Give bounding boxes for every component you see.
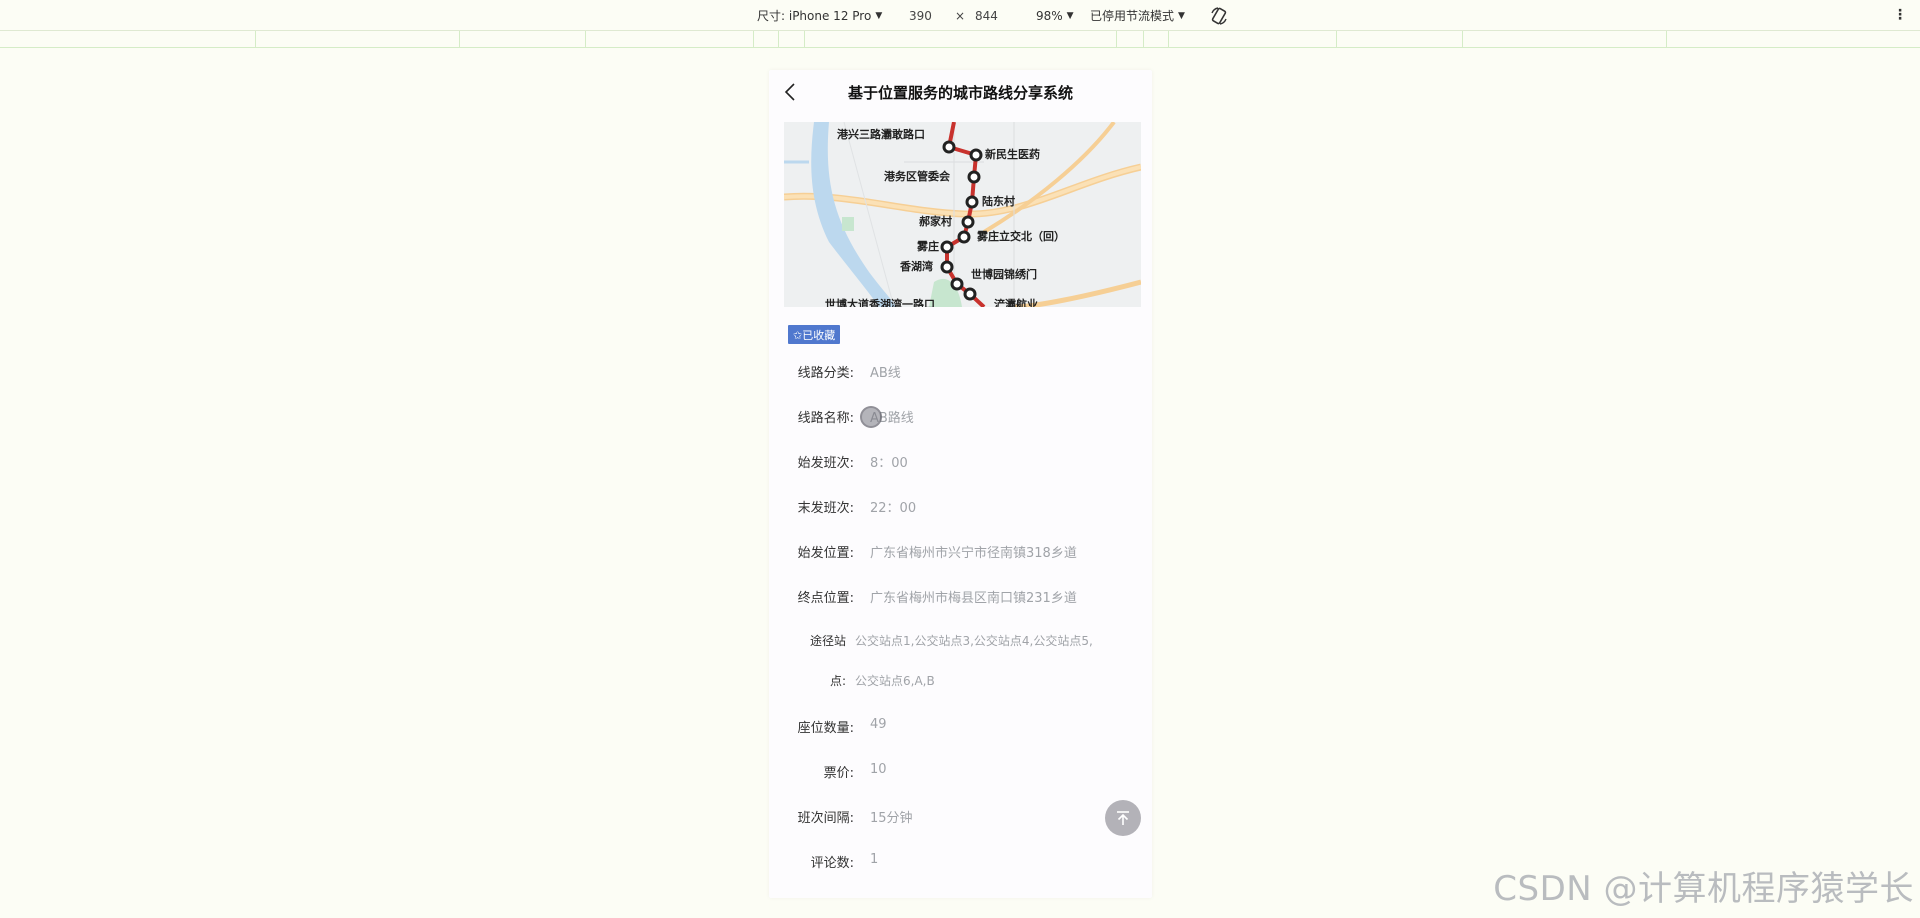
arrow-up-icon [1117, 811, 1129, 825]
page-title: 基于位置服务的城市路线分享系统 [847, 83, 1073, 102]
map-stop-label: 郝家村 [919, 214, 952, 228]
detail-value: 8：00 [870, 456, 908, 471]
detail-value: 广东省梅州市兴宁市径南镇318乡道 [870, 546, 1077, 561]
detail-label: 始发班次: [797, 456, 854, 471]
throttle-selector[interactable]: 已停用节流模式 ▼ [1090, 0, 1185, 31]
detail-label: 座位数量: [797, 721, 854, 736]
detail-label: 始发位置: [797, 546, 854, 561]
devtools-toolbar: 尺寸: iPhone 12 Pro ▼ 390 × 844 98% ▼ 已停用节… [0, 0, 1920, 31]
detail-label: 班次间隔: [797, 811, 854, 826]
rotate-icon[interactable] [1209, 0, 1229, 31]
caret-down-icon: ▼ [1066, 10, 1074, 21]
times-symbol: × [955, 8, 966, 23]
phone-viewport: 基于位置服务的城市路线分享系统 港兴三路灞敢路口 新民生医药 港务区管委会 陆东… [769, 70, 1152, 898]
device-selector[interactable]: 尺寸: iPhone 12 Pro ▼ [757, 0, 882, 31]
detail-label: 途径站 [809, 634, 846, 648]
favorited-badge[interactable]: ✩已收藏 [788, 325, 841, 344]
detail-label: 线路分类: [797, 366, 854, 381]
back-arrow-icon[interactable] [779, 80, 803, 104]
back-to-top-button[interactable] [1105, 800, 1141, 836]
zoom-selector[interactable]: 98% ▼ [1036, 0, 1074, 31]
map-stop-label: 新民生医药 [985, 147, 1040, 161]
caret-down-icon: ▼ [1178, 10, 1185, 21]
detail-value: AB线 [870, 366, 901, 381]
map-stop-label: 浐灞航业 [994, 297, 1038, 307]
map-stop-label: 雾庄立交北（回） [976, 229, 1065, 243]
detail-value: 公交站点1,公交站点3,公交站点4,公交站点5, [855, 634, 1093, 648]
zoom-label: 98% [1036, 8, 1063, 23]
mouse-cursor [860, 406, 882, 428]
detail-label: 评论数: [810, 856, 854, 871]
detail-value: 广东省梅州市梅县区南口镇231乡道 [870, 591, 1077, 606]
throttle-label: 已停用节流模式 [1090, 9, 1175, 23]
detail-value: 1 [870, 852, 879, 867]
detail-value: 公交站点6,A,B [855, 674, 935, 688]
detail-label: 终点位置: [797, 591, 854, 606]
map-stop-label: 陆东村 [982, 194, 1015, 208]
width-input[interactable]: 390 [909, 0, 932, 31]
nav-header: 基于位置服务的城市路线分享系统 [769, 70, 1152, 114]
detail-label: 票价: [823, 766, 854, 781]
watermark: CSDN @计算机程序猿学长 [1493, 869, 1914, 909]
detail-label: 点: [829, 674, 846, 688]
detail-value: 22：00 [870, 501, 917, 516]
detail-value: 10 [870, 762, 887, 777]
map-stop-label: 雾庄 [916, 239, 939, 253]
map-stop-label: 港兴三路灞敢路口 [837, 127, 925, 141]
map-stop-label: 港务区管委会 [884, 169, 951, 183]
detail-value: 15分钟 [870, 811, 913, 826]
detail-value: 49 [870, 717, 887, 732]
device-label: 尺寸: iPhone 12 Pro [757, 9, 872, 23]
detail-label: 末发班次: [797, 501, 854, 516]
detail-label: 线路名称: [797, 411, 854, 426]
map-stop-label: 世博大道香湖湾一路口 [825, 297, 935, 307]
caret-down-icon: ▼ [875, 10, 883, 21]
map-stop-label: 世博园锦绣门 [971, 267, 1037, 281]
map-stop-label: 香湖湾 [899, 259, 933, 273]
media-query-ruler [0, 31, 1920, 48]
route-map-image: 港兴三路灞敢路口 新民生医药 港务区管委会 陆东村 郝家村 雾庄立交北（回） 雾… [784, 122, 1141, 307]
more-options-icon[interactable]: ⋮ [1893, 7, 1907, 23]
height-input[interactable]: 844 [975, 0, 998, 31]
